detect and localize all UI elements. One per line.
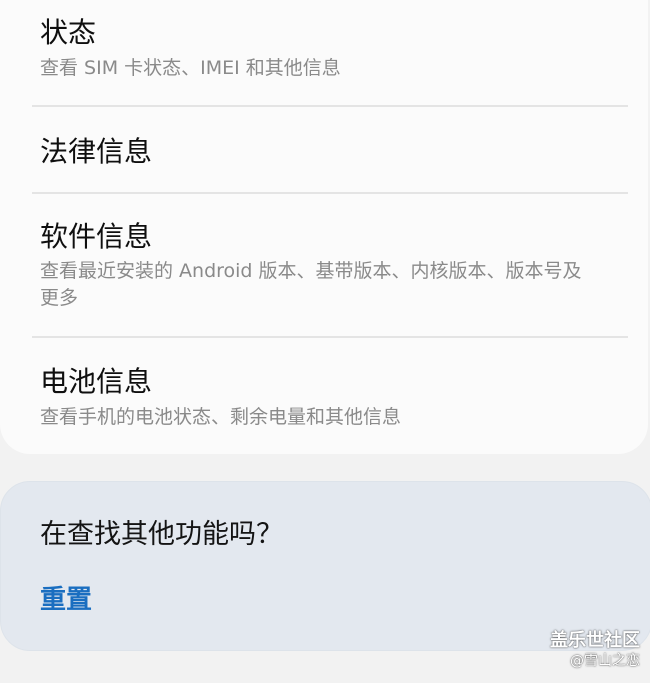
settings-item-subtitle: 查看手机的电池状态、剩余电量和其他信息 [40, 406, 402, 428]
suggestion-title: 在查找其他功能吗？ [40, 519, 283, 550]
reset-link[interactable]: 重置 [40, 584, 92, 616]
settings-item-title: 软件信息 [40, 220, 153, 253]
settings-item-legal-info[interactable]: 法律信息 [0, 107, 648, 193]
settings-item-battery-info[interactable]: 电池信息 查看手机的电池状态、剩余电量和其他信息 [0, 338, 648, 454]
settings-item-subtitle: 查看 SIM 卡状态、IMEI 和其他信息 [40, 57, 341, 79]
settings-item-status[interactable]: 状态 查看 SIM 卡状态、IMEI 和其他信息 [0, 0, 648, 106]
settings-item-title: 法律信息 [40, 135, 153, 168]
settings-item-software-info[interactable]: 软件信息 查看最近安装的 Android 版本、基带版本、内核版本、版本号及更多 [0, 194, 648, 338]
settings-list-card: 状态 查看 SIM 卡状态、IMEI 和其他信息 法律信息 软件信息 查看最近安… [0, 0, 648, 454]
settings-item-title: 状态 [40, 16, 97, 49]
watermark: 盖乐世社区 @雪山之恋 [550, 630, 640, 670]
watermark-user: @雪山之恋 [570, 653, 640, 669]
watermark-brand: 盖乐世社区 [550, 630, 640, 651]
suggestion-card: 在查找其他功能吗？ 重置 [0, 481, 650, 651]
settings-item-subtitle: 查看最近安装的 Android 版本、基带版本、内核版本、版本号及更多 [40, 260, 582, 309]
settings-item-title: 电池信息 [40, 365, 153, 398]
